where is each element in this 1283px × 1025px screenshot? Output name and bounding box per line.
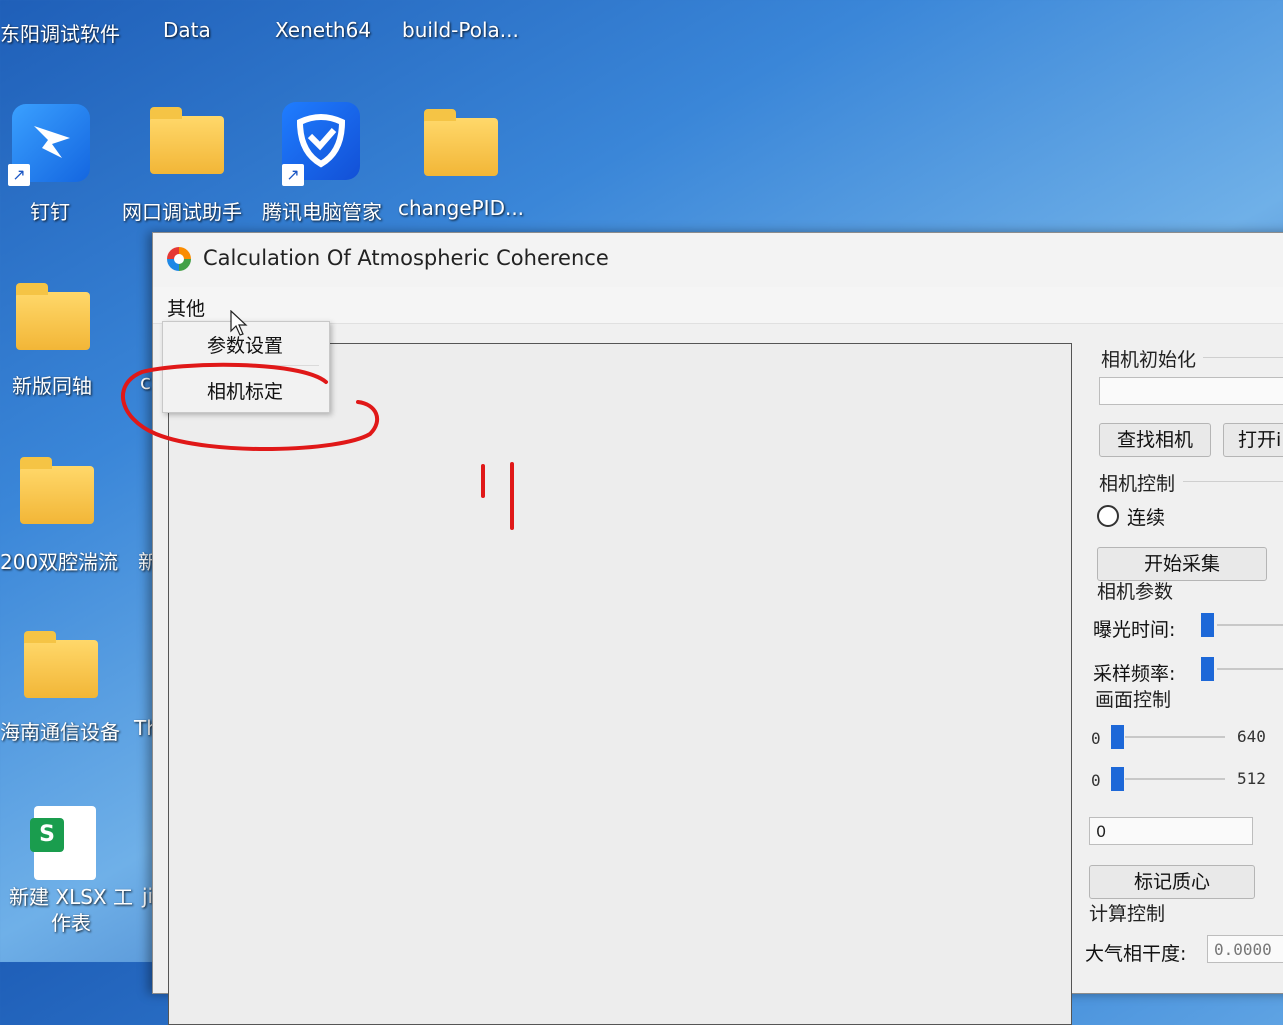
width-slider-track[interactable] bbox=[1125, 736, 1225, 738]
desktop-label-turbulence[interactable]: 200双腔湍流 bbox=[0, 546, 118, 575]
menu-bar: 其他 bbox=[153, 287, 1283, 324]
desktop-label-dingtalk[interactable]: 钉钉 bbox=[30, 196, 70, 225]
desktop-label-partial-c[interactable]: c bbox=[140, 370, 151, 394]
height-max-value: 512 bbox=[1237, 769, 1266, 788]
image-display-area[interactable] bbox=[168, 343, 1072, 1025]
mark-centroid-button[interactable]: 标记质心 bbox=[1089, 865, 1255, 899]
frame-combo[interactable]: 0 bbox=[1089, 817, 1253, 845]
continuous-radio[interactable] bbox=[1097, 505, 1119, 527]
height-min-value: 0 bbox=[1091, 771, 1101, 790]
title-bar[interactable]: Calculation Of Atmospheric Coherence bbox=[153, 233, 1283, 287]
desktop-label-coax[interactable]: 新版同轴 bbox=[12, 370, 92, 399]
width-max-value: 640 bbox=[1237, 727, 1266, 746]
window-title: Calculation Of Atmospheric Coherence bbox=[203, 246, 609, 270]
group-calc-control: 计算控制 bbox=[1089, 903, 1166, 925]
find-camera-button[interactable]: 查找相机 bbox=[1099, 423, 1211, 457]
group-camera-control: 相机控制 bbox=[1099, 473, 1176, 495]
start-capture-button[interactable]: 开始采集 bbox=[1097, 547, 1267, 581]
folder-zip-icon[interactable] bbox=[20, 457, 94, 524]
folder-icon[interactable] bbox=[424, 109, 498, 176]
menu-item-camera-calibration[interactable]: 相机标定 bbox=[207, 377, 283, 404]
menu-other[interactable]: 其他 bbox=[165, 294, 207, 321]
width-slider[interactable] bbox=[1111, 725, 1124, 749]
folder-icon[interactable] bbox=[16, 283, 90, 350]
desktop-label-tencent[interactable]: 腾讯电脑管家 bbox=[262, 196, 382, 225]
mouse-cursor-icon bbox=[230, 310, 248, 336]
group-divider bbox=[1183, 481, 1283, 482]
width-min-value: 0 bbox=[1091, 729, 1101, 748]
group-divider bbox=[1203, 357, 1283, 358]
menu-separator bbox=[173, 365, 319, 366]
app-logo-icon bbox=[167, 247, 191, 271]
desktop-label-xeneth64[interactable]: Xeneth64 bbox=[275, 18, 371, 42]
folder-icon[interactable] bbox=[150, 107, 224, 174]
coherence-value-field: 0.0000 bbox=[1207, 935, 1283, 963]
folder-icon[interactable] bbox=[24, 631, 98, 698]
app-window: Calculation Of Atmospheric Coherence 其他 … bbox=[152, 232, 1283, 1025]
desktop-label-data[interactable]: Data bbox=[163, 18, 211, 42]
sample-rate-slider[interactable] bbox=[1201, 657, 1214, 681]
open-camera-button[interactable]: 打开i bbox=[1223, 423, 1283, 457]
sample-rate-label: 采样频率: bbox=[1093, 663, 1176, 685]
continuous-label: 连续 bbox=[1127, 507, 1166, 529]
desktop-label-xlsx[interactable]: 新建 XLSX 工作表 bbox=[6, 884, 136, 936]
group-camera-params: 相机参数 bbox=[1097, 581, 1174, 603]
exposure-slider-track[interactable] bbox=[1217, 624, 1283, 626]
coherence-value: 0.0000 bbox=[1214, 940, 1272, 959]
exposure-slider[interactable] bbox=[1201, 613, 1214, 637]
group-frame-control: 画面控制 bbox=[1095, 689, 1172, 711]
shortcut-arrow-icon: ↗ bbox=[282, 164, 304, 186]
height-slider[interactable] bbox=[1111, 767, 1124, 791]
camera-select-field[interactable] bbox=[1099, 377, 1283, 405]
desktop-label-tiaoshi[interactable]: 东阳调试软件 bbox=[0, 18, 120, 47]
height-slider-track[interactable] bbox=[1125, 778, 1225, 780]
desktop-label-hainan[interactable]: 海南通信设备 bbox=[0, 716, 120, 745]
spreadsheet-icon[interactable]: S bbox=[30, 806, 96, 880]
desktop-label-build-pola[interactable]: build-Pola... bbox=[402, 18, 519, 42]
frame-combo-value: 0 bbox=[1096, 822, 1107, 841]
desktop-label-netport-assistant[interactable]: 网口调试助手 bbox=[122, 196, 242, 225]
exposure-label: 曝光时间: bbox=[1093, 619, 1176, 641]
control-panel: 相机初始化 查找相机 打开i 相机控制 连续 开始采集 相机参数 曝光时间: 采… bbox=[1083, 333, 1283, 993]
shortcut-arrow-icon: ↗ bbox=[8, 164, 30, 186]
sample-rate-slider-track[interactable] bbox=[1217, 668, 1283, 670]
group-camera-init: 相机初始化 bbox=[1101, 349, 1197, 371]
desktop-label-changepid[interactable]: changePID... bbox=[398, 196, 524, 220]
